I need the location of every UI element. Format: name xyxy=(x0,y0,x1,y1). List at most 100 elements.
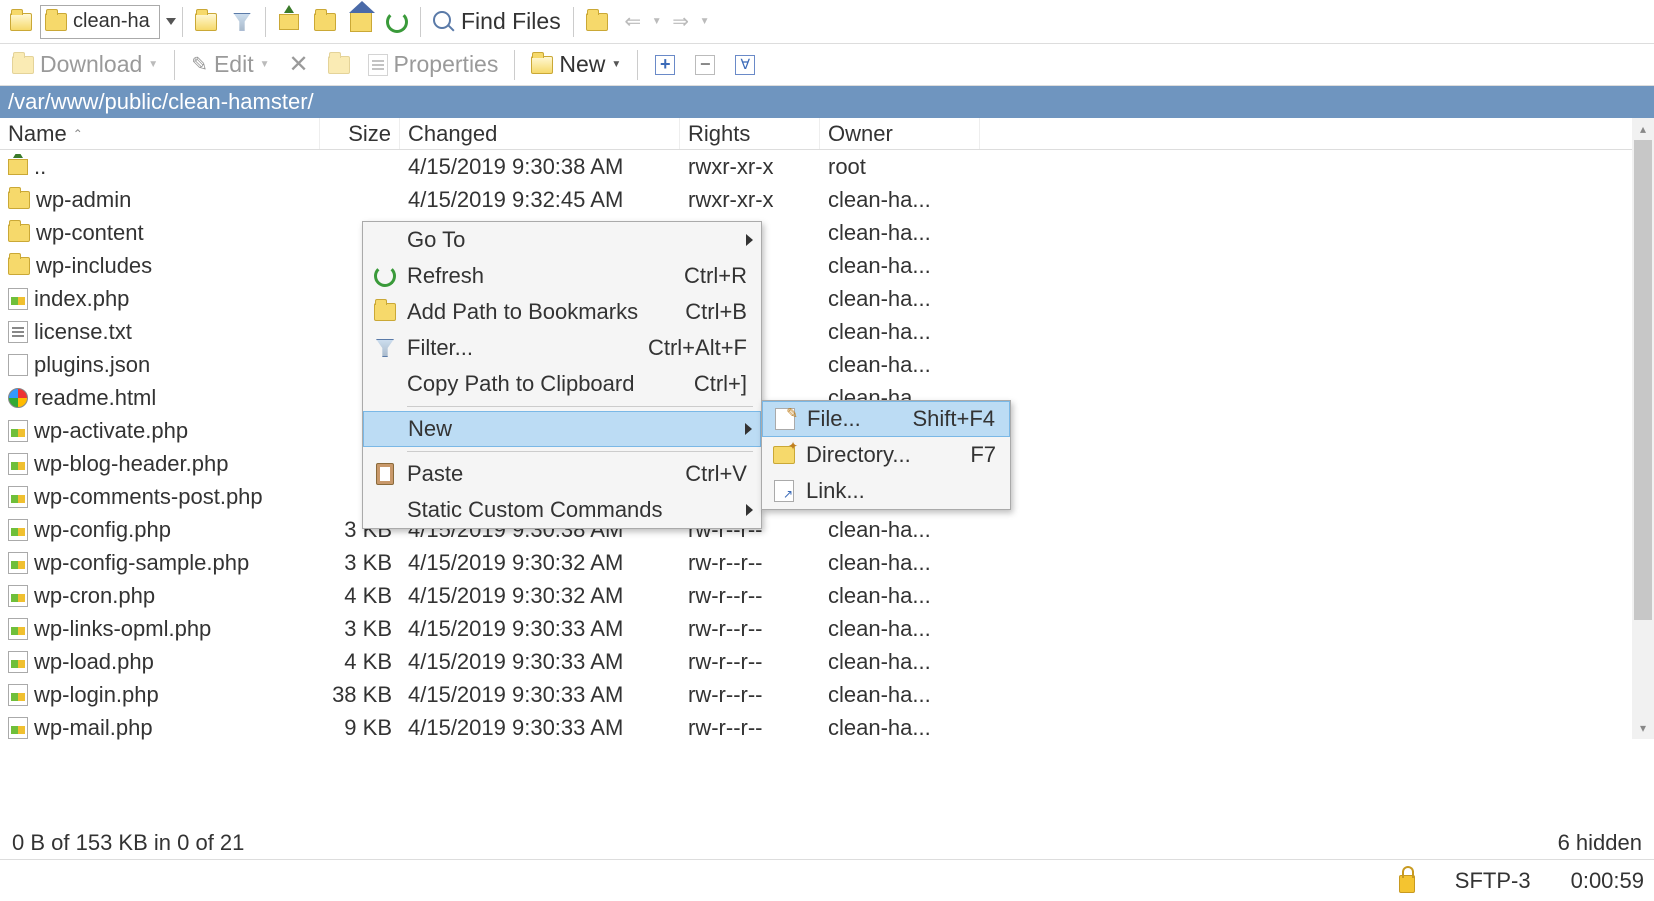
file-owner: clean-ha... xyxy=(820,517,980,543)
file-row[interactable]: wp-login.php 38 KB 4/15/2019 9:30:33 AM … xyxy=(0,678,1654,711)
file-name: .. xyxy=(34,154,46,180)
separator xyxy=(573,7,574,37)
file-row[interactable]: wp-config.php 3 KB 4/15/2019 9:30:38 AM … xyxy=(0,513,1654,546)
location-text: clean-ha xyxy=(73,10,150,33)
file-row[interactable]: wp-mail.php 9 KB 4/15/2019 9:30:33 AM rw… xyxy=(0,711,1654,744)
file-row[interactable]: wp-includes clean-ha... xyxy=(0,249,1654,282)
menu-item-paste[interactable]: Paste Ctrl+V xyxy=(363,456,761,492)
edit-button[interactable]: ✎ Edit ▼ xyxy=(185,48,275,82)
download-icon xyxy=(12,56,34,74)
menu-item-new[interactable]: New xyxy=(363,411,761,447)
file-row[interactable]: .. 4/15/2019 9:30:38 AM rwxr-xr-x root xyxy=(0,150,1654,183)
column-size[interactable]: Size xyxy=(320,118,400,149)
file-name-cell: wp-config.php xyxy=(0,517,320,543)
rename-button[interactable] xyxy=(322,48,356,82)
nav-up-button[interactable] xyxy=(272,5,306,39)
download-button[interactable]: Download ▼ xyxy=(6,48,164,82)
file-row[interactable]: wp-cron.php 4 KB 4/15/2019 9:30:32 AM rw… xyxy=(0,579,1654,612)
menu-label: Filter... xyxy=(407,335,648,361)
file-rights: rw-r--r-- xyxy=(680,649,820,675)
file-owner: clean-ha... xyxy=(820,649,980,675)
refresh-button[interactable] xyxy=(380,5,414,39)
menu-item-add-path-to-bookmarks[interactable]: Add Path to Bookmarks Ctrl+B xyxy=(363,294,761,330)
nav-back-button[interactable]: ⇐ xyxy=(616,5,650,39)
file-size: 4 KB xyxy=(320,649,400,675)
menu-icon-slot xyxy=(363,339,407,357)
menu-item-directory[interactable]: Directory... F7 xyxy=(762,437,1010,473)
file-name: wp-login.php xyxy=(34,682,159,708)
parent-dir-button[interactable] xyxy=(189,5,223,39)
file-name-cell: license.txt xyxy=(0,319,320,345)
menu-shortcut: Ctrl+V xyxy=(685,461,747,487)
file-size: 3 KB xyxy=(320,550,400,576)
newfile-icon xyxy=(775,408,795,430)
context-menu: Go To Refresh Ctrl+R Add Path to Bookmar… xyxy=(362,221,762,529)
column-name-label: Name xyxy=(8,121,67,147)
file-row[interactable]: wp-load.php 4 KB 4/15/2019 9:30:33 AM rw… xyxy=(0,645,1654,678)
deselect-button[interactable]: − xyxy=(688,48,722,82)
file-changed: 4/15/2019 9:30:33 AM xyxy=(400,682,680,708)
menu-item-static-custom-commands[interactable]: Static Custom Commands xyxy=(363,492,761,528)
file-name-cell: wp-config-sample.php xyxy=(0,550,320,576)
menu-item-file[interactable]: File... Shift+F4 xyxy=(762,401,1010,437)
properties-icon xyxy=(368,54,388,76)
transfer-settings-button[interactable] xyxy=(580,5,614,39)
txt-icon xyxy=(8,321,28,343)
chevron-down-icon[interactable]: ▼ xyxy=(700,16,710,27)
column-owner[interactable]: Owner xyxy=(820,118,980,149)
check-icon: ∀ xyxy=(735,55,755,75)
up-icon xyxy=(8,159,28,175)
file-name: wp-comments-post.php xyxy=(34,484,263,510)
php-icon xyxy=(8,585,28,607)
file-row[interactable]: wp-links-opml.php 3 KB 4/15/2019 9:30:33… xyxy=(0,612,1654,645)
file-row[interactable]: wp-admin 4/15/2019 9:32:45 AM rwxr-xr-x … xyxy=(0,183,1654,216)
path-bar[interactable]: /var/www/public/clean-hamster/ xyxy=(0,86,1654,118)
file-name: wp-links-opml.php xyxy=(34,616,211,642)
vertical-scrollbar[interactable]: ▴ ▾ xyxy=(1632,118,1654,739)
column-rights[interactable]: Rights xyxy=(680,118,820,149)
select-button[interactable]: + xyxy=(648,48,682,82)
arrow-left-icon: ⇐ xyxy=(624,9,641,34)
scroll-down-icon[interactable]: ▾ xyxy=(1632,717,1654,739)
properties-button[interactable]: Properties xyxy=(362,48,505,82)
column-name[interactable]: Name⌃ xyxy=(0,118,320,149)
file-row[interactable]: license.txt 20 clean-ha... xyxy=(0,315,1654,348)
file-row[interactable]: plugins.json clean-ha... xyxy=(0,348,1654,381)
column-owner-label: Owner xyxy=(828,121,893,147)
menu-label: Go To xyxy=(407,227,747,253)
file-name-cell: index.php xyxy=(0,286,320,312)
dropdown-arrow-icon[interactable] xyxy=(162,18,176,25)
open-session-icon[interactable] xyxy=(4,5,38,39)
plus-icon: + xyxy=(655,55,675,75)
nav-folder-button[interactable] xyxy=(308,5,342,39)
file-name-cell: wp-mail.php xyxy=(0,715,320,741)
menu-item-refresh[interactable]: Refresh Ctrl+R xyxy=(363,258,761,294)
file-row[interactable]: wp-config-sample.php 3 KB 4/15/2019 9:30… xyxy=(0,546,1654,579)
context-submenu-new: File... Shift+F4 Directory... F7 Link... xyxy=(761,400,1011,510)
file-name: license.txt xyxy=(34,319,132,345)
menu-item-copy-path-to-clipboard[interactable]: Copy Path to Clipboard Ctrl+] xyxy=(363,366,761,402)
column-changed[interactable]: Changed xyxy=(400,118,680,149)
chevron-down-icon[interactable]: ▼ xyxy=(652,16,662,27)
filter-button[interactable] xyxy=(225,5,259,39)
file-row[interactable]: wp-content clean-ha... xyxy=(0,216,1654,249)
location-combobox[interactable]: clean-ha xyxy=(40,5,160,39)
file-owner: clean-ha... xyxy=(820,715,980,741)
menu-item-go-to[interactable]: Go To xyxy=(363,222,761,258)
file-row[interactable]: index.php clean-ha... xyxy=(0,282,1654,315)
scroll-thumb[interactable] xyxy=(1634,140,1652,620)
download-label: Download xyxy=(40,51,142,78)
new-button[interactable]: New ▼ xyxy=(525,48,627,82)
edit-icon: ✎ xyxy=(191,52,208,77)
delete-button[interactable]: ✕ xyxy=(282,48,316,82)
menu-item-link[interactable]: Link... xyxy=(762,473,1010,509)
menu-item-filter[interactable]: Filter... Ctrl+Alt+F xyxy=(363,330,761,366)
file-owner: root xyxy=(820,154,980,180)
invert-button[interactable]: ∀ xyxy=(728,48,762,82)
scroll-up-icon[interactable]: ▴ xyxy=(1632,118,1654,140)
php-icon xyxy=(8,651,28,673)
refresh-icon xyxy=(374,265,396,287)
home-button[interactable] xyxy=(344,5,378,39)
find-files-button[interactable]: Find Files xyxy=(427,5,567,39)
nav-forward-button[interactable]: ⇒ xyxy=(664,5,698,39)
